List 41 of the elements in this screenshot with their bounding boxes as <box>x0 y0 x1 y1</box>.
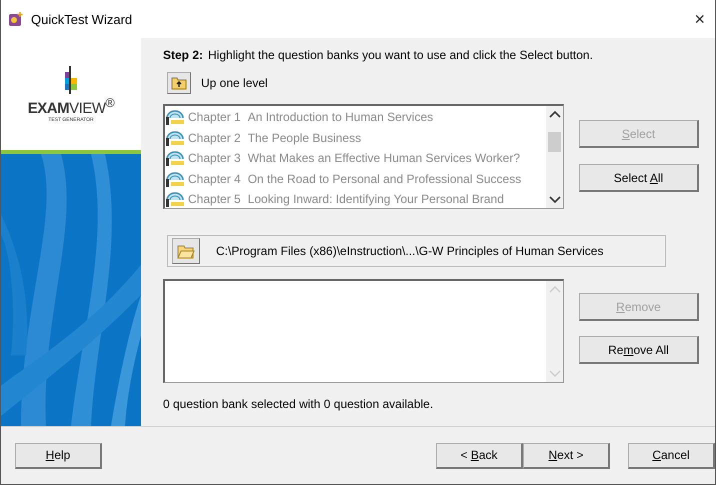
chapter-title[interactable]: On the Road to Personal and Professional Success <box>248 172 522 186</box>
close-button[interactable]: × <box>694 8 707 30</box>
scroll-down-icon <box>548 370 560 378</box>
step-instruction: Step 2: Highlight the question banks you want to use and click the Select button. <box>163 48 594 62</box>
remove-all-button[interactable]: Remove All <box>579 336 699 364</box>
back-button[interactable]: < Back <box>436 442 523 468</box>
chapter-title[interactable]: Looking Inward: Identifying Your Personal Brand <box>248 192 504 206</box>
help-button[interactable]: Help <box>15 442 102 468</box>
next-button[interactable]: Next > <box>523 442 610 468</box>
question-bank-icon <box>165 130 185 146</box>
question-bank-icon <box>165 191 185 208</box>
scrollbar-thumb[interactable] <box>548 132 561 152</box>
chapter-number[interactable]: Chapter 5 <box>188 192 241 206</box>
select-all-button[interactable]: Select All <box>579 164 699 192</box>
folder-path: C:\Program Files (x86)\eInstruction\...\G-W Principles of Human Services <box>216 244 604 258</box>
scroll-up-icon <box>548 285 560 293</box>
cancel-button[interactable]: Cancel <box>628 442 715 468</box>
chapter-title[interactable]: What Makes an Effective Human Services Worker? <box>248 151 520 166</box>
scroll-up-icon[interactable] <box>548 110 560 118</box>
scrollbar[interactable] <box>546 106 563 208</box>
folder-icon <box>177 244 195 258</box>
chapter-title[interactable]: An Introduction to Human Services <box>248 110 434 124</box>
question-bank-list[interactable] <box>163 104 564 209</box>
selected-bank-list[interactable] <box>163 279 564 383</box>
status-text: 0 question bank selected with 0 question available. <box>163 397 434 411</box>
app-icon <box>9 12 23 26</box>
chapter-number[interactable]: Chapter 2 <box>188 130 241 145</box>
scroll-down-icon[interactable] <box>548 196 560 204</box>
chapter-number[interactable]: Chapter 4 <box>188 172 241 186</box>
question-bank-icon <box>165 109 185 126</box>
window-title: QuickTest Wizard <box>31 12 134 26</box>
chapter-title[interactable]: The People Business <box>248 130 362 145</box>
chapter-number[interactable]: Chapter 1 <box>188 110 241 124</box>
question-bank-icon <box>165 170 185 187</box>
browse-folder-button[interactable] <box>172 238 200 264</box>
up-one-level-button[interactable] <box>167 72 191 94</box>
question-bank-icon <box>165 150 185 166</box>
folder-up-icon <box>171 76 187 90</box>
logo-text: EXAMVIEW$^{®}$ <box>28 96 114 116</box>
chapter-number[interactable]: Chapter 3 <box>188 151 241 166</box>
up-one-level-label: Up one level <box>201 76 268 90</box>
